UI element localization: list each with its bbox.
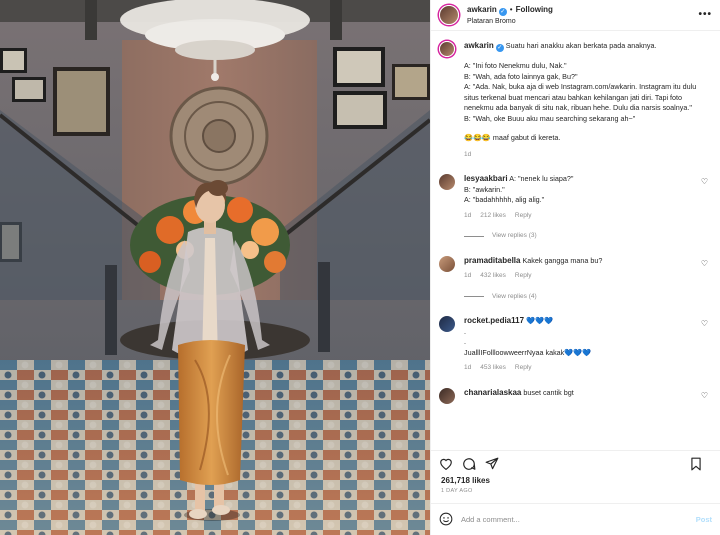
caption-emoji: 😂😂😂 <box>464 133 491 142</box>
commenter-avatar[interactable] <box>439 255 455 272</box>
commenter-username[interactable]: pramaditabella <box>464 256 520 265</box>
comment-like-heart-icon[interactable]: ♡ <box>701 259 708 268</box>
author-avatar[interactable] <box>439 5 459 25</box>
comment-text-line: . <box>464 337 466 346</box>
comment-body: lesyaakbari A: "nenek lu siapa?" B: "awk… <box>464 174 710 242</box>
post-side-panel: awkarin ✓ • Following Plataran Bromo ••• aw… <box>430 0 720 535</box>
comment-item: lesyaakbari A: "nenek lu siapa?" B: "awk… <box>439 174 710 242</box>
post-caption: awkarin ✓ Suatu hari anakku akan berkata … <box>439 41 710 160</box>
bookmark-icon[interactable] <box>689 457 703 471</box>
share-icon[interactable] <box>485 457 499 471</box>
comment-reply-button[interactable]: Reply <box>515 271 532 282</box>
comment-item: chanarialaskaa buset cantik bgt ♡ <box>439 387 710 404</box>
comment-reply-button[interactable]: Reply <box>515 211 532 222</box>
post-header: awkarin ✓ • Following Plataran Bromo ••• <box>431 0 720 31</box>
author-username[interactable]: awkarin <box>467 5 497 14</box>
commenter-username[interactable]: lesyaakbari <box>464 174 508 183</box>
commenter-username[interactable]: chanarialaskaa <box>464 388 521 397</box>
comment-icon[interactable] <box>462 457 476 471</box>
comment-item: rocket.pedia117 💙💙💙 . . JualllIFolllooww… <box>439 316 710 374</box>
comment-text: Kakek gangga mana bu? <box>520 255 603 265</box>
comment-body: chanarialaskaa buset cantik bgt <box>464 388 710 404</box>
caption-body: awkarin ✓ Suatu hari anakku akan berkata … <box>464 41 710 160</box>
comment-text: 💙💙💙 <box>524 316 553 325</box>
more-options-icon[interactable]: ••• <box>698 9 712 20</box>
comment-text-line: A: "badahhhhh, alig alig." <box>464 195 545 204</box>
comment-reply-button[interactable]: Reply <box>515 363 532 374</box>
caption-line-2: A: "Ini foto Nenekmu dulu, Nak." <box>464 61 567 70</box>
comment-time[interactable]: 1d <box>464 271 471 282</box>
comment-like-heart-icon[interactable]: ♡ <box>701 319 708 328</box>
comment-meta: 1d 212 likes Reply <box>464 211 690 222</box>
commenter-avatar[interactable] <box>439 174 455 190</box>
comment-text: A: "nenek lu siapa?" <box>507 174 574 183</box>
post-actions-bar <box>431 450 720 476</box>
comment-text-line: B: "awkarin." <box>464 184 505 194</box>
comment-text-line: . <box>464 326 466 336</box>
separator-dot: • <box>509 4 513 14</box>
comment-meta: 1d 432 likes Reply <box>464 271 690 282</box>
caption-username[interactable]: awkarin <box>464 41 494 50</box>
likes-count[interactable]: 261,718 likes <box>431 476 720 485</box>
comment-likes[interactable]: 453 likes <box>480 363 506 374</box>
comment-body: pramaditabella Kakek gangga mana bu? 1d … <box>464 256 710 303</box>
comment-likes[interactable]: 432 likes <box>480 271 506 282</box>
post-comment-button[interactable]: Post <box>696 515 712 524</box>
comments-list[interactable]: awkarin ✓ Suatu hari anakku akan berkata … <box>431 31 720 450</box>
verified-badge-icon: ✓ <box>498 7 507 16</box>
comment-body: rocket.pedia117 💙💙💙 . . JualllIFolllooww… <box>464 316 710 374</box>
view-replies-button[interactable]: View replies (3) <box>464 231 690 242</box>
comment-meta: 1d 453 likes Reply <box>464 363 690 374</box>
author-meta: awkarin ✓ • Following Plataran Bromo <box>467 4 553 27</box>
comment-like-heart-icon[interactable]: ♡ <box>701 391 708 400</box>
location-link[interactable]: Plataran Bromo <box>467 16 553 27</box>
heart-icon[interactable] <box>439 457 453 471</box>
view-replies-label: View replies (4) <box>492 292 537 300</box>
commenter-username[interactable]: rocket.pedia117 <box>464 316 524 325</box>
comment-item: pramaditabella Kakek gangga mana bu? 1d … <box>439 255 710 303</box>
comment-text: buset cantik bgt <box>521 387 574 397</box>
caption-line-5: B: "Wah, oke Buuu aku mau searching seka… <box>464 113 636 123</box>
comment-likes[interactable]: 212 likes <box>480 211 506 222</box>
caption-avatar[interactable] <box>439 41 455 57</box>
comment-time[interactable]: 1d <box>464 211 471 222</box>
caption-line-3: B: "Wah, ada foto lainnya gak, Bu?" <box>464 71 578 81</box>
post-photo[interactable] <box>0 0 430 535</box>
caption-line-1: Suatu hari anakku akan berkata pada anak… <box>505 41 657 50</box>
comment-like-heart-icon[interactable]: ♡ <box>701 177 708 186</box>
view-replies-button[interactable]: View replies (4) <box>464 292 690 303</box>
comment-text-line: JualllIFollloowweerrNyaa kakak <box>464 347 565 357</box>
smiley-icon[interactable] <box>439 512 453 528</box>
commenter-avatar[interactable] <box>439 316 455 332</box>
post-age[interactable]: 1 DAY AGO <box>431 485 720 494</box>
view-replies-label: View replies (3) <box>492 232 537 239</box>
caption-line-6: maaf gabut di kereta. <box>490 133 561 142</box>
caption-verified-icon: ✓ <box>495 44 504 52</box>
following-button[interactable]: Following <box>516 5 553 14</box>
comment-time[interactable]: 1d <box>464 363 471 374</box>
add-comment-bar: Post <box>431 503 720 535</box>
photo-illustration <box>0 0 430 535</box>
commenter-avatar[interactable] <box>439 387 455 404</box>
caption-line-4: A: "Ada. Nak, buka aja di web Instagram.… <box>464 82 697 112</box>
comment-emoji: 💙💙💙 <box>564 347 592 357</box>
caption-time[interactable]: 1d <box>464 150 710 161</box>
add-comment-input[interactable] <box>461 515 696 524</box>
